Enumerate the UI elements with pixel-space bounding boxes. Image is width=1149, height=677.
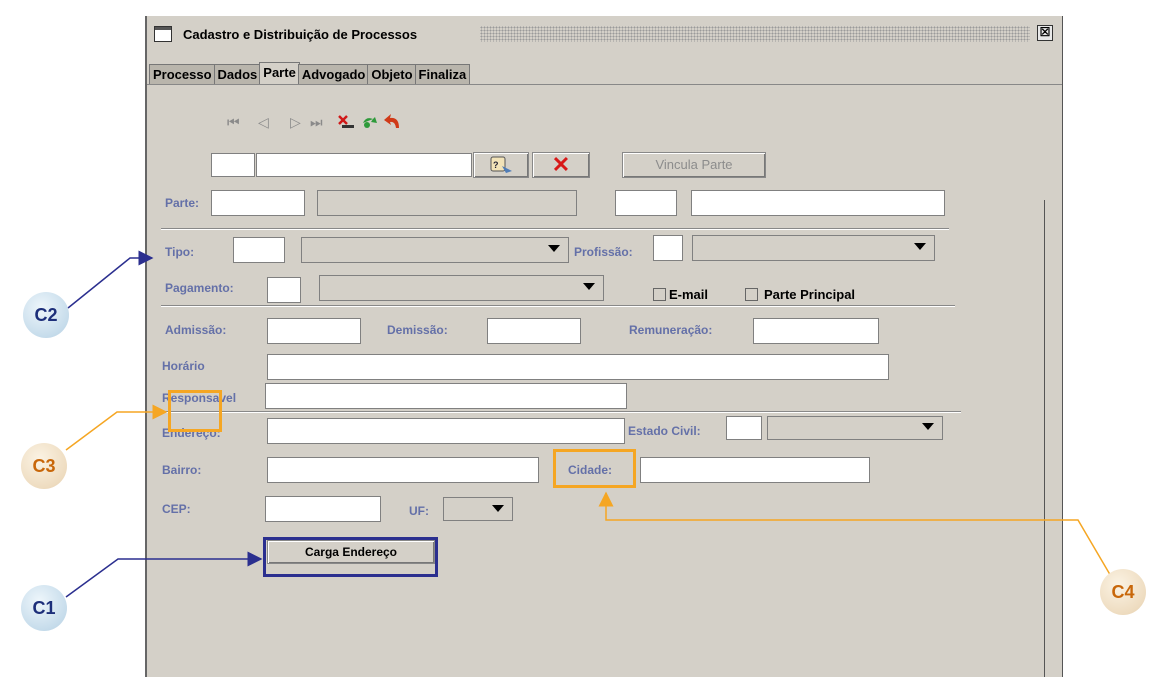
callout-c4: C4 bbox=[1100, 569, 1146, 615]
callout-c3: C3 bbox=[21, 443, 67, 489]
c1-arrow bbox=[65, 551, 263, 598]
c4-arrow bbox=[598, 491, 1113, 579]
c2-arrow bbox=[67, 250, 154, 309]
callout-c2: C2 bbox=[23, 292, 69, 338]
c3-arrow bbox=[65, 404, 168, 451]
callout-arrows bbox=[65, 250, 1113, 598]
callout-c1: C1 bbox=[21, 585, 67, 631]
